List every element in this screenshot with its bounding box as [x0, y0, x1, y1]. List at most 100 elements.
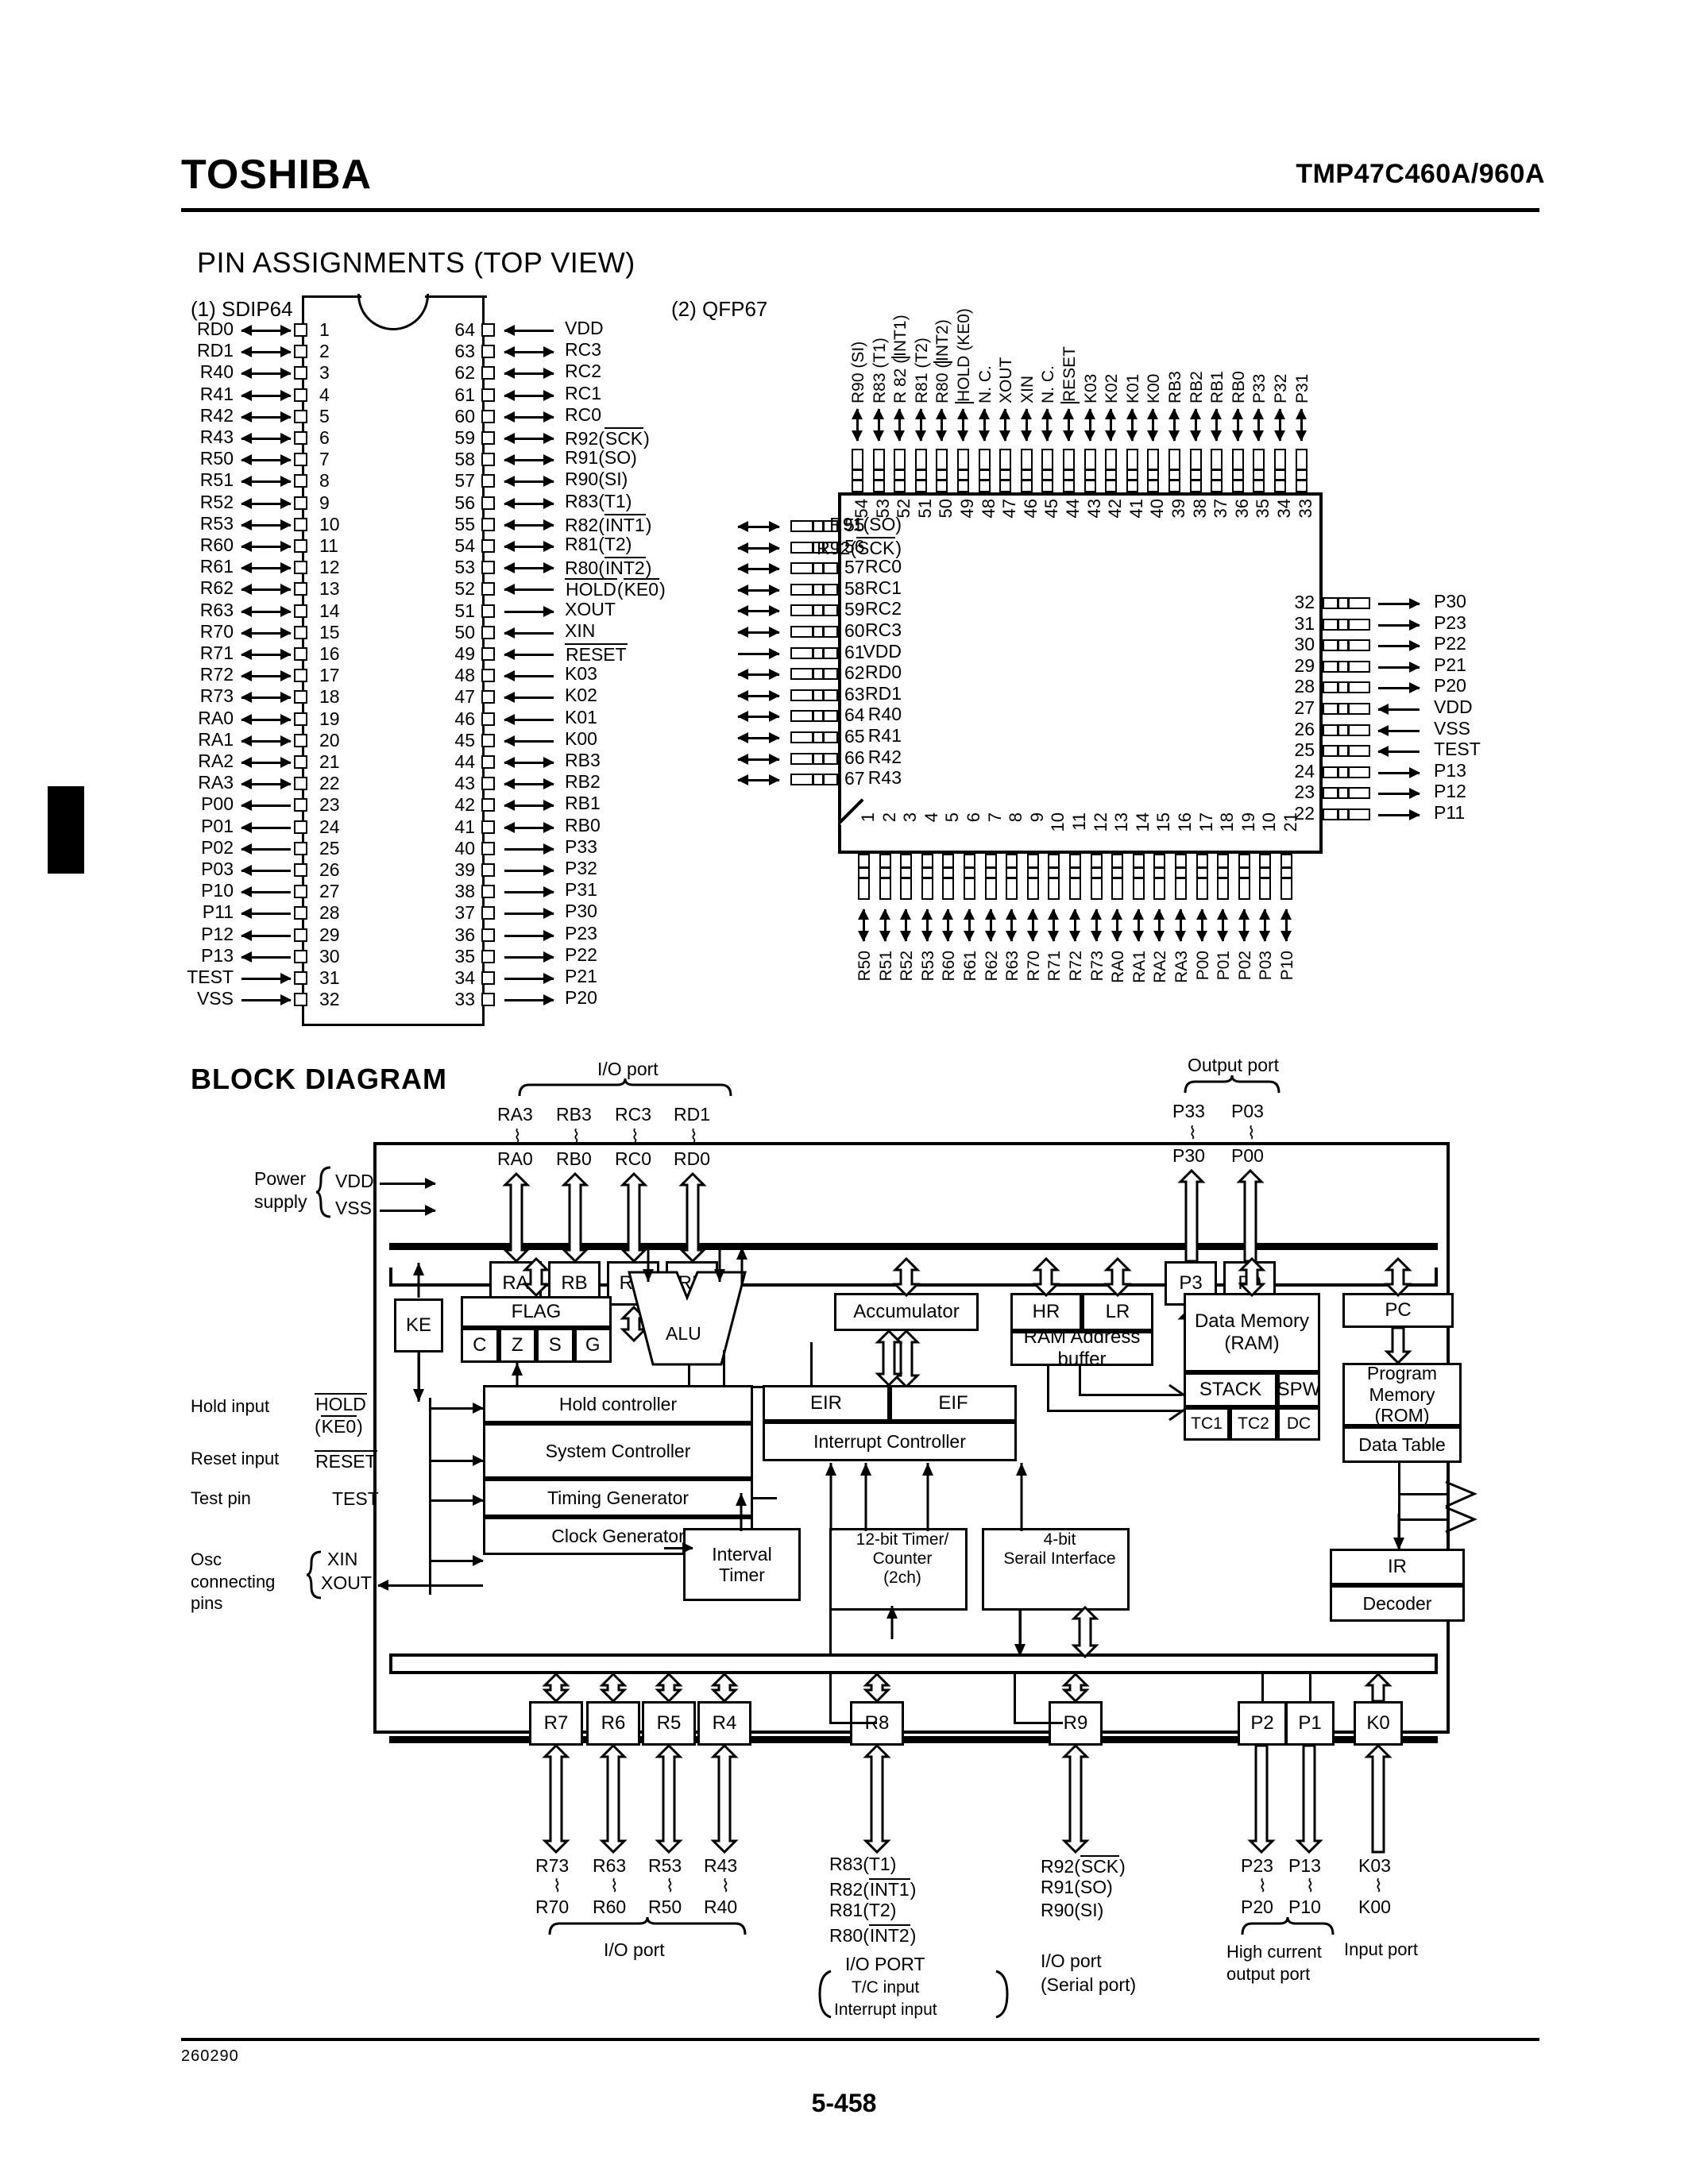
hr-arrow — [1032, 1256, 1060, 1298]
sdip-pin-pad-47 — [481, 690, 495, 704]
sdip-pin-pad-11 — [294, 539, 307, 553]
top-port-lo-RB0: RB0 — [556, 1148, 592, 1169]
top-port-hi-RD1: RD1 — [674, 1104, 711, 1125]
qfp-lead-seg-48 — [978, 469, 991, 471]
flag-bit-G: G — [574, 1328, 612, 1363]
sdip-pin-arrow-9 — [241, 497, 292, 509]
sdip-pin-label-P30: P30 — [565, 901, 597, 922]
qfp-arrow-37 — [1211, 408, 1223, 442]
qfp-lead-27 — [1323, 703, 1370, 715]
sdip-pin-number-63: 63 — [454, 341, 475, 362]
sdip-pin-pad-30 — [294, 949, 307, 963]
qfp-pin-label-P23: P23 — [1434, 612, 1466, 633]
eir-box: EIR — [763, 1385, 890, 1422]
qfp-lead-seg2-23 — [1347, 787, 1350, 800]
tc2-box: TC2 — [1230, 1407, 1277, 1441]
sdip-pin-pad-61 — [481, 388, 495, 402]
sdip-pin-number-57: 57 — [454, 470, 475, 492]
qfp-pin-number-61: 61 — [844, 641, 865, 662]
sdip-pin-arrow-12 — [241, 562, 292, 574]
qfp-pin-number-43: 43 — [1083, 499, 1104, 519]
qfp-pin-number-31: 31 — [1294, 612, 1315, 634]
qfp-pin-number-42: 42 — [1105, 499, 1126, 519]
left-signal-pin-RESET: RESET — [315, 1450, 377, 1472]
sdip-pin-number-28: 28 — [319, 902, 340, 924]
sdip-pin-number-13: 13 — [319, 578, 340, 600]
qfp-arrow-46 — [1020, 408, 1032, 442]
sdip-pin-number-45: 45 — [454, 729, 475, 751]
qfp-lead-bseg2-2 — [879, 877, 891, 879]
ram-addr-v1 — [1047, 1366, 1049, 1412]
qfp-arrow-48 — [978, 408, 990, 442]
sdip-pin-pad-64 — [481, 323, 495, 337]
qfp-lead-seg2-52 — [894, 479, 906, 481]
qfp-lead-bseg2-5 — [942, 877, 955, 879]
pc-box: PC — [1342, 1293, 1454, 1328]
sdip-pin-label-P33: P33 — [565, 835, 597, 857]
bottom-port-hi-R63: R63 — [593, 1855, 627, 1876]
timer-counter-box: 12-bit Timer/Counter (2ch) — [829, 1528, 968, 1611]
sdip-pin-pad-23 — [294, 798, 307, 812]
qfp-pin-number-59: 59 — [844, 599, 865, 620]
sdip-pin-number-4: 4 — [319, 384, 330, 405]
qfp-pin-number-b-16: 16 — [1175, 812, 1195, 832]
sdip-pin-pad-20 — [294, 733, 307, 747]
stack-box: STACK — [1184, 1372, 1277, 1407]
sdip-pin-arrow-19 — [241, 713, 292, 725]
k-port-lo: K00 — [1358, 1897, 1391, 1917]
left-signal-pin-HOLD: HOLD — [315, 1393, 367, 1414]
sdip-pin-arrow-41 — [504, 821, 554, 833]
qfp-pin-number-b-14: 14 — [1132, 812, 1153, 832]
sdip-pin-pad-57 — [481, 474, 495, 488]
bottom-port-arrow-top-R6 — [599, 1672, 628, 1704]
sdip-pin-label-RC1: RC1 — [565, 382, 602, 403]
sdip-pin-arrow-34 — [504, 973, 554, 984]
sdip-pin-label-R63: R63 — [199, 599, 234, 620]
qfp-lead-bseg2-10 — [1048, 877, 1060, 879]
sdip-pin-number-8: 8 — [319, 470, 330, 492]
sdip-pin-number-62: 62 — [454, 362, 475, 384]
qfp-lead-seg2-22 — [1347, 808, 1350, 820]
accumulator-arrow-top — [892, 1256, 921, 1298]
qfp-arrow-52 — [894, 408, 906, 442]
sdip-pin-pad-37 — [481, 906, 495, 920]
qfp-pin-number-35: 35 — [1253, 499, 1273, 519]
qfp-lead-bseg-3 — [900, 866, 913, 869]
sdip-pin-arrow-56 — [504, 497, 554, 509]
flag-arrow — [522, 1256, 550, 1298]
qfp-pin-number-48: 48 — [978, 499, 999, 519]
qfp-lead-bseg2-18 — [1217, 877, 1230, 879]
bottom-port-tilde-R43: ⌇ — [721, 1876, 730, 1896]
sdip-pin-number-40: 40 — [454, 837, 475, 859]
sdip-pin-label-P00: P00 — [201, 793, 234, 815]
qfp-lead-bseg-13 — [1111, 866, 1124, 869]
qfp-pin-label-R52: R52 — [898, 951, 917, 982]
sdip-pin-number-44: 44 — [454, 751, 475, 772]
sdip-pin-number-32: 32 — [319, 989, 340, 1010]
qfp-pin-number-26: 26 — [1294, 718, 1315, 739]
qfp-arrow-35 — [1253, 408, 1265, 442]
sdip-pin-label-P31: P31 — [565, 879, 597, 901]
sdip-pin-pad-52 — [481, 582, 495, 596]
timer-bus-v — [829, 1528, 832, 1655]
qfp-lead-seg-35 — [1253, 469, 1265, 471]
qfp-arrow-28 — [1378, 682, 1420, 694]
timer-arrow-2 — [859, 1463, 872, 1531]
ram-address-buffer-box: RAM Address buffer — [1010, 1326, 1153, 1370]
qfp-arrow-47 — [999, 408, 1011, 442]
sdip-pin-pad-58 — [481, 453, 495, 467]
rom-out-h2 — [1398, 1518, 1449, 1521]
sdip-pin-label-R40: R40 — [199, 361, 234, 383]
sdip-pin-label-R60: R60 — [199, 534, 234, 555]
qfp-lead-bseg2-6 — [964, 877, 975, 879]
qfp-pin-label-P03: P03 — [1257, 951, 1276, 981]
sdip-pin-arrow-50 — [504, 627, 554, 639]
qfp-arrow-32 — [1378, 598, 1420, 609]
p-port-brace — [1241, 1916, 1335, 1936]
sdip-pin-arrow-59 — [504, 433, 554, 444]
qfp-arrow-b-18 — [1217, 909, 1229, 942]
qfp-lead-22 — [1323, 808, 1370, 820]
sdip-pin-number-11: 11 — [319, 535, 338, 556]
sdip-pin-arrow-11 — [241, 541, 292, 552]
sdip-pin-number-14: 14 — [319, 600, 340, 621]
